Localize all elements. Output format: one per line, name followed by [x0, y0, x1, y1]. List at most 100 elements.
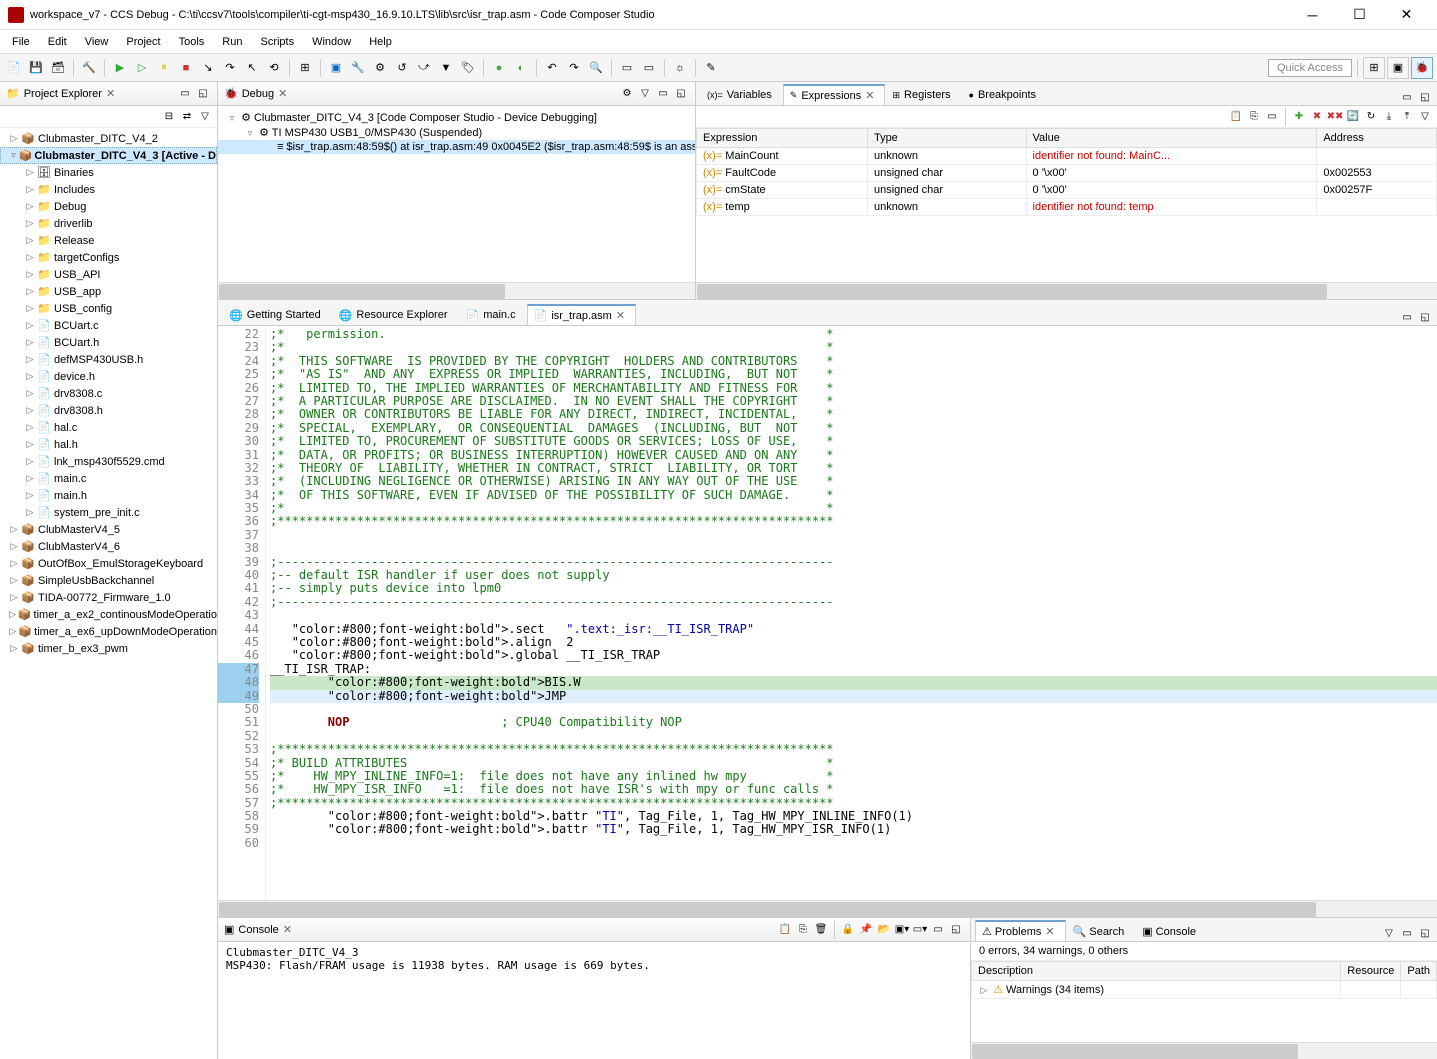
tab-search[interactable]: 🔍 Search	[1066, 920, 1136, 941]
expr-tool5-icon[interactable]: ⤓	[1381, 109, 1397, 125]
menu-run[interactable]: Run	[214, 33, 250, 51]
perspective-open-icon[interactable]: ⊞	[1363, 57, 1385, 79]
tool13-icon[interactable]: ☼	[670, 58, 690, 78]
tree-item[interactable]: ▷📦Clubmaster_DITC_V4_2	[0, 130, 217, 147]
scrollbar-horizontal[interactable]	[218, 282, 695, 299]
table-row[interactable]: (x)= cmStateunsigned char0 '\x00'0x00257…	[697, 182, 1437, 199]
menu-scripts[interactable]: Scripts	[252, 33, 302, 51]
tree-item[interactable]: ▷📁Debug	[0, 198, 217, 215]
view-menu-icon[interactable]: ▽	[1381, 925, 1397, 941]
tree-item[interactable]: ▷📄BCUart.c	[0, 317, 217, 334]
minimize-pane-icon[interactable]: ▭	[655, 86, 671, 102]
menu-view[interactable]: View	[77, 33, 117, 51]
tree-item[interactable]: ▷📦timer_b_ex3_pwm	[0, 640, 217, 657]
column-header[interactable]: Type	[867, 129, 1026, 148]
console-display-icon[interactable]: ▣▾	[894, 922, 910, 938]
close-icon[interactable]: ✕	[278, 87, 287, 100]
tool8-icon[interactable]: ◐	[511, 58, 531, 78]
column-header[interactable]: Address	[1317, 129, 1437, 148]
tool5-icon[interactable]: ▼	[436, 58, 456, 78]
tool2-icon[interactable]: ⚙	[370, 58, 390, 78]
column-header[interactable]: Path	[1401, 962, 1437, 981]
view-menu-icon[interactable]: ▽	[197, 109, 213, 125]
tree-item[interactable]: ▷📦SimpleUsbBackchannel	[0, 572, 217, 589]
tree-item[interactable]: ▷🗄Binaries	[0, 164, 217, 181]
tool3-icon[interactable]: ↺	[392, 58, 412, 78]
maximize-pane-icon[interactable]: ◱	[1417, 89, 1433, 105]
stop-icon[interactable]: ■	[176, 58, 196, 78]
maximize-pane-icon[interactable]: ◱	[673, 86, 689, 102]
tab-variables[interactable]: (x)= Variables	[700, 84, 783, 105]
tree-item[interactable]: ▷📁Includes	[0, 181, 217, 198]
minimize-pane-icon[interactable]: ▭	[1399, 925, 1415, 941]
tree-item[interactable]: ▷📁targetConfigs	[0, 249, 217, 266]
chip-icon[interactable]: ▣	[326, 58, 346, 78]
minimize-pane-icon[interactable]: ▭	[1399, 89, 1415, 105]
scrollbar-horizontal[interactable]	[218, 900, 1437, 917]
tool10-icon[interactable]: ↷	[564, 58, 584, 78]
perspective-debug-icon[interactable]: 🐞	[1411, 57, 1433, 79]
menu-project[interactable]: Project	[118, 33, 168, 51]
minimize-pane-icon[interactable]: ▭	[1399, 309, 1415, 325]
tree-item[interactable]: ▷📦TIDA-00772_Firmware_1.0	[0, 589, 217, 606]
tree-item[interactable]: ▷📄drv8308.h	[0, 402, 217, 419]
link-editor-icon[interactable]: ⇄	[179, 109, 195, 125]
view-menu-icon[interactable]: ▽	[637, 86, 653, 102]
restart-icon[interactable]: ⟲	[264, 58, 284, 78]
run-icon[interactable]: ▷	[132, 58, 152, 78]
tool11-icon[interactable]: ▭	[617, 58, 637, 78]
tree-item[interactable]: ▷📄main.h	[0, 487, 217, 504]
expr-tool1-icon[interactable]: 📋	[1228, 109, 1244, 125]
tree-item[interactable]: ▷📦OutOfBox_EmulStorageKeyboard	[0, 555, 217, 572]
tool14-icon[interactable]: ✎	[701, 58, 721, 78]
tree-item[interactable]: ▷📄drv8308.c	[0, 385, 217, 402]
console-clear-icon[interactable]: 🗑	[813, 922, 829, 938]
maximize-pane-icon[interactable]: ◱	[948, 922, 964, 938]
tree-item[interactable]: ▷📄hal.c	[0, 419, 217, 436]
grid-icon[interactable]: ⊞	[295, 58, 315, 78]
tool7-icon[interactable]: ●	[489, 58, 509, 78]
build-icon[interactable]: 🔨	[79, 58, 99, 78]
tree-item[interactable]: ▷📦timer_a_ex2_continousModeOperatio	[0, 606, 217, 623]
expr-add-icon[interactable]: ✚	[1291, 109, 1307, 125]
tab-console[interactable]: ▣ Console	[1135, 920, 1207, 941]
tree-item[interactable]: ▷📄device.h	[0, 368, 217, 385]
tree-item[interactable]: ▷📄hal.h	[0, 436, 217, 453]
tool9-icon[interactable]: ↶	[542, 58, 562, 78]
debug-row[interactable]: ▿ ⚙ TI MSP430 USB1_0/MSP430 (Suspended)	[218, 125, 695, 140]
console-scroll-lock-icon[interactable]: 🔒	[840, 922, 856, 938]
menu-tools[interactable]: Tools	[171, 33, 213, 51]
tool4-icon[interactable]: ⤻	[414, 58, 434, 78]
expr-tool4-icon[interactable]: ↻	[1363, 109, 1379, 125]
column-header[interactable]: Resource	[1341, 962, 1401, 981]
tree-item[interactable]: ▷📁USB_API	[0, 266, 217, 283]
tree-item[interactable]: ▷📁USB_config	[0, 300, 217, 317]
console-tool3-icon[interactable]: ▭▾	[912, 922, 928, 938]
minimize-pane-icon[interactable]: ▭	[930, 922, 946, 938]
tree-item[interactable]: ▿📦Clubmaster_DITC_V4_3 [Active - D	[0, 147, 217, 164]
tree-item[interactable]: ▷📁Release	[0, 232, 217, 249]
tab-registers[interactable]: ⊞ Registers	[885, 84, 961, 105]
close-icon[interactable]: ✕	[106, 87, 115, 100]
table-row[interactable]: (x)= FaultCodeunsigned char0 '\x00'0x002…	[697, 165, 1437, 182]
maximize-pane-icon[interactable]: ◱	[1417, 925, 1433, 941]
tree-item[interactable]: ▷📦timer_a_ex6_upDownModeOperation	[0, 623, 217, 640]
table-row[interactable]: ▷ ⚠ Warnings (34 items)	[972, 981, 1437, 999]
table-row[interactable]: (x)= tempunknownidentifier not found: te…	[697, 199, 1437, 216]
step-return-icon[interactable]: ↖	[242, 58, 262, 78]
editor-tab[interactable]: 📄 isr_trap.asm ✕	[527, 304, 636, 325]
debug-tree[interactable]: ▿ ⚙ Clubmaster_DITC_V4_3 [Code Composer …	[218, 106, 695, 282]
search-icon[interactable]: 🔍	[586, 58, 606, 78]
scrollbar-horizontal[interactable]	[971, 1042, 1437, 1059]
tab-expressions[interactable]: ✎ Expressions ✕	[783, 84, 886, 105]
menu-file[interactable]: File	[4, 33, 38, 51]
tree-item[interactable]: ▷📄BCUart.h	[0, 334, 217, 351]
menu-edit[interactable]: Edit	[40, 33, 75, 51]
tab-breakpoints[interactable]: ● Breakpoints	[962, 84, 1048, 105]
close-icon[interactable]: ✕	[283, 923, 292, 936]
expr-remove-icon[interactable]: ✖	[1309, 109, 1325, 125]
tree-item[interactable]: ▷📄system_pre_init.c	[0, 504, 217, 521]
expr-tool6-icon[interactable]: ⤒	[1399, 109, 1415, 125]
perspective-ccs-icon[interactable]: ▣	[1387, 57, 1409, 79]
debug-row[interactable]: ▿ ⚙ Clubmaster_DITC_V4_3 [Code Composer …	[218, 110, 695, 125]
